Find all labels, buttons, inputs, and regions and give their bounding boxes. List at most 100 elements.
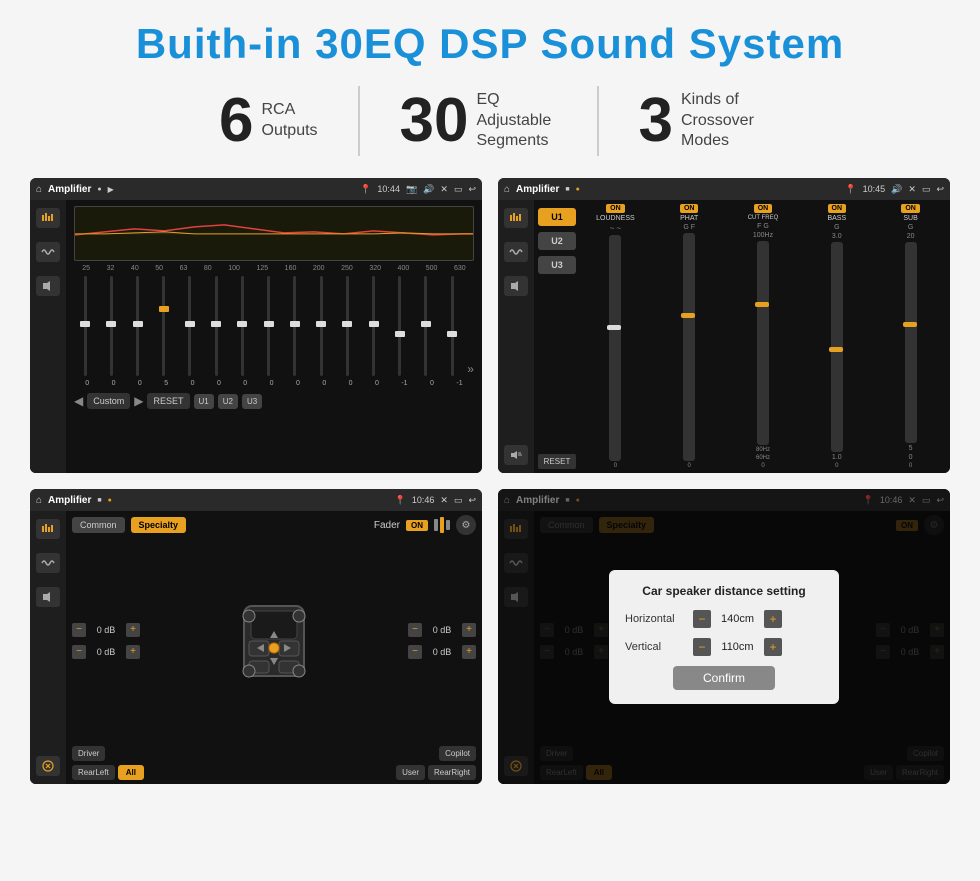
volume-control-icon[interactable] (504, 445, 528, 465)
channel-label-cutfreq: CUT FREQ (748, 215, 779, 221)
screen-eq: ⌂ Amplifier ● ▶ 📍 10:44 📷 🔊 ✕ ▭ ↩ (30, 178, 482, 473)
speaker-icon-3[interactable] (36, 587, 60, 607)
horizontal-control: − 140cm + (693, 610, 782, 628)
on-badge-sub[interactable]: ON (901, 204, 920, 213)
custom-btn[interactable]: Custom (87, 393, 130, 409)
rearright-btn[interactable]: RearRight (428, 765, 476, 780)
channel-label-sub: SUB (903, 215, 917, 222)
vertical-plus[interactable]: + (764, 638, 782, 656)
speaker-row-4: − 0 dB + (408, 645, 476, 659)
wave-icon[interactable] (36, 242, 60, 262)
slider-sub[interactable] (905, 242, 917, 443)
wave-icon-3[interactable] (36, 553, 60, 573)
prev-icon[interactable]: ◀ (74, 394, 83, 408)
home-icon[interactable]: ⌂ (36, 184, 42, 195)
slider-6[interactable] (205, 276, 227, 376)
reset-btn[interactable]: RESET (147, 393, 189, 409)
stat-label-rca-1: RCA (262, 100, 318, 121)
home-icon-2[interactable]: ⌂ (504, 184, 510, 195)
slider-loudness[interactable] (609, 235, 621, 461)
freq-400: 400 (398, 265, 410, 272)
u2-btn[interactable]: U2 (218, 394, 238, 409)
minus-btn-4[interactable]: − (408, 645, 422, 659)
on-badge-loudness[interactable]: ON (606, 204, 625, 213)
slider-2[interactable] (100, 276, 122, 376)
slider-cutfreq[interactable] (757, 241, 769, 445)
slider-15[interactable] (441, 276, 463, 376)
slider-12[interactable] (362, 276, 384, 376)
freq-630: 630 (454, 265, 466, 272)
slider-4[interactable] (153, 276, 175, 376)
topbar-3: ⌂ Amplifier ■ ● 📍 10:46 ✕ ▭ ↩ (30, 489, 482, 511)
all-btn[interactable]: All (118, 765, 144, 780)
car-diagram (146, 539, 402, 742)
on-badge-bass[interactable]: ON (828, 204, 847, 213)
home-icon-3[interactable]: ⌂ (36, 495, 42, 506)
slider-10[interactable] (310, 276, 332, 376)
u2-select[interactable]: U2 (538, 232, 576, 250)
slider-phat[interactable] (683, 233, 695, 461)
dialog-title: Car speaker distance setting (625, 584, 823, 598)
copilot-btn[interactable]: Copilot (439, 746, 476, 761)
screen1-time: 10:44 (377, 184, 400, 194)
fader-on-badge[interactable]: ON (406, 520, 428, 531)
slider-13[interactable] (389, 276, 411, 376)
speaker-row-2: − 0 dB + (72, 645, 140, 659)
signal-icon-3: ✕ (440, 495, 448, 506)
slider-11[interactable] (336, 276, 358, 376)
next-icon[interactable]: ▶ (134, 394, 143, 408)
fader-bars (434, 517, 450, 533)
horizontal-plus[interactable]: + (764, 610, 782, 628)
topbar-1: ⌂ Amplifier ● ▶ 📍 10:44 📷 🔊 ✕ ▭ ↩ (30, 178, 482, 200)
slider-7[interactable] (231, 276, 253, 376)
vol-icon-3[interactable] (36, 756, 60, 776)
specialty-tab[interactable]: Specialty (131, 517, 187, 533)
plus-btn-2[interactable]: + (126, 645, 140, 659)
plus-btn-1[interactable]: + (126, 623, 140, 637)
channel-label-loudness: LOUDNESS (596, 215, 635, 222)
u3-select[interactable]: U3 (538, 256, 576, 274)
plus-btn-3[interactable]: + (462, 623, 476, 637)
reset-btn-2[interactable]: RESET (538, 454, 576, 469)
back-icon[interactable]: ↩ (468, 184, 476, 195)
plus-btn-4[interactable]: + (462, 645, 476, 659)
driver-btn[interactable]: Driver (72, 746, 105, 761)
on-badge-phat[interactable]: ON (680, 204, 699, 213)
minus-btn-1[interactable]: − (72, 623, 86, 637)
eq-icon[interactable] (36, 208, 60, 228)
wave-icon-2[interactable] (504, 242, 528, 262)
back-icon-3[interactable]: ↩ (468, 495, 476, 506)
u1-btn[interactable]: U1 (194, 394, 214, 409)
confirm-button[interactable]: Confirm (673, 666, 775, 690)
minus-btn-2[interactable]: − (72, 645, 86, 659)
slider-3[interactable] (126, 276, 148, 376)
speaker-icon-2[interactable] (504, 276, 528, 296)
slider-5[interactable] (179, 276, 201, 376)
user-btn[interactable]: User (396, 765, 425, 780)
on-badge-cutfreq[interactable]: ON (754, 204, 773, 213)
eq-icon-3[interactable] (36, 519, 60, 539)
speaker-icon[interactable] (36, 276, 60, 296)
back-icon-2[interactable]: ↩ (936, 184, 944, 195)
settings-icon[interactable]: ⚙ (456, 515, 476, 535)
slider-14[interactable] (415, 276, 437, 376)
minus-btn-3[interactable]: − (408, 623, 422, 637)
u3-btn[interactable]: U3 (242, 394, 262, 409)
more-icon[interactable]: » (467, 362, 474, 376)
slider-bass[interactable] (831, 242, 843, 452)
stat-crossover: 3 Kinds of Crossover Modes (599, 90, 801, 152)
common-tab[interactable]: Common (72, 517, 125, 533)
location-icon-3: 📍 (395, 495, 406, 506)
u1-select[interactable]: U1 (538, 208, 576, 226)
distance-dialog: Car speaker distance setting Horizontal … (609, 570, 839, 704)
slider-1[interactable] (74, 276, 96, 376)
slider-9[interactable] (284, 276, 306, 376)
channel-sub: ON SUB G 20 5 0 0 (875, 204, 946, 469)
freq-250: 250 (341, 265, 353, 272)
horizontal-minus[interactable]: − (693, 610, 711, 628)
vertical-minus[interactable]: − (693, 638, 711, 656)
slider-8[interactable] (258, 276, 280, 376)
left-controls: − 0 dB + − 0 dB + (72, 539, 140, 742)
rearleft-btn[interactable]: RearLeft (72, 765, 115, 780)
eq-icon-2[interactable] (504, 208, 528, 228)
